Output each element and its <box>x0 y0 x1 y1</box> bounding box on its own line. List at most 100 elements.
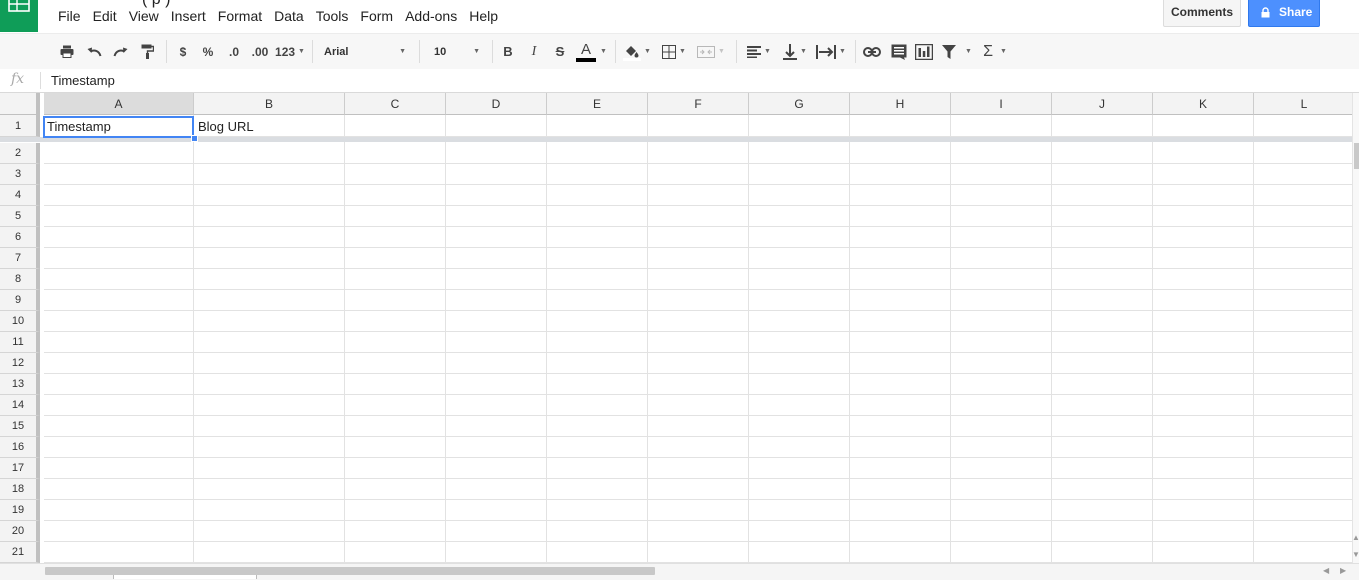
merge-cells-button[interactable]: ▼ <box>694 34 728 69</box>
vertical-align-button[interactable]: ▼ <box>779 34 811 69</box>
scroll-left-arrow-icon[interactable]: ◀ <box>1323 566 1329 575</box>
column-header-g[interactable]: G <box>749 93 850 115</box>
comments-button[interactable]: Comments <box>1163 0 1241 27</box>
functions-button[interactable]: Σ ▼ <box>980 34 1010 69</box>
strikethrough-button[interactable]: S <box>552 34 568 69</box>
print-button[interactable] <box>58 34 76 69</box>
share-button[interactable]: Share <box>1248 0 1320 27</box>
undo-button[interactable] <box>85 34 103 69</box>
fill-color-button[interactable]: ▼ <box>622 34 652 69</box>
column-header-j[interactable]: J <box>1052 93 1153 115</box>
sheet-tab[interactable] <box>113 575 257 579</box>
column-header-k[interactable]: K <box>1153 93 1254 115</box>
menu-tools[interactable]: Tools <box>310 7 355 27</box>
percent-format-button[interactable]: % <box>200 34 216 69</box>
row-header-13[interactable]: 13 <box>0 374 40 395</box>
row-header-5[interactable]: 5 <box>0 206 40 227</box>
chevron-down-icon: ▼ <box>644 48 651 55</box>
insert-chart-button[interactable] <box>914 34 934 69</box>
insert-link-button[interactable] <box>862 34 882 69</box>
column-header-h[interactable]: H <box>850 93 951 115</box>
row-header-4[interactable]: 4 <box>0 185 40 206</box>
row-header-20[interactable]: 20 <box>0 521 40 542</box>
borders-button[interactable]: ▼ <box>659 34 689 69</box>
spreadsheet-grid[interactable]: A B C D E F G H I J K L 1 2 3 4 5 6 7 8 9 10 11 12 13 14 15 16 17 18 1… <box>0 93 1352 563</box>
row-header-9[interactable]: 9 <box>0 290 40 311</box>
row-header-1[interactable]: 1 <box>0 115 40 137</box>
frozen-row-divider[interactable] <box>0 137 1352 142</box>
insert-comment-button[interactable] <box>889 34 909 69</box>
column-header-d[interactable]: D <box>446 93 547 115</box>
row-header-16[interactable]: 16 <box>0 437 40 458</box>
menu-format[interactable]: Format <box>212 7 268 27</box>
row-header-14[interactable]: 14 <box>0 395 40 416</box>
currency-format-button[interactable]: $ <box>176 34 190 69</box>
italic-button[interactable]: I <box>526 34 542 69</box>
row-header-19[interactable]: 19 <box>0 500 40 521</box>
more-formats-dropdown[interactable]: 123 ▼ <box>275 34 305 69</box>
menu-add-ons[interactable]: Add-ons <box>399 7 463 27</box>
menu-help[interactable]: Help <box>463 7 504 27</box>
scroll-up-arrow-icon[interactable]: ▲ <box>1352 533 1359 542</box>
filter-icon <box>942 44 957 59</box>
menu-view[interactable]: View <box>123 7 165 27</box>
sheets-grid-icon <box>8 0 30 12</box>
column-header-e[interactable]: E <box>547 93 648 115</box>
text-color-icon: A <box>575 41 597 63</box>
menu-insert[interactable]: Insert <box>165 7 212 27</box>
chevron-down-icon: ▼ <box>473 48 480 55</box>
column-header-i[interactable]: I <box>951 93 1052 115</box>
row-header-12[interactable]: 12 <box>0 353 40 374</box>
bold-button[interactable]: B <box>500 34 516 69</box>
row-header-6[interactable]: 6 <box>0 227 40 248</box>
redo-button[interactable] <box>111 34 129 69</box>
scroll-down-arrow-icon[interactable]: ▼ <box>1352 550 1359 559</box>
column-header-b[interactable]: B <box>194 93 345 115</box>
row-header-10[interactable]: 10 <box>0 311 40 332</box>
column-header-l[interactable]: L <box>1254 93 1352 115</box>
column-header-a[interactable]: A <box>44 93 194 115</box>
row-header-3[interactable]: 3 <box>0 164 40 185</box>
decrease-decimal-button[interactable]: .0 <box>225 34 243 69</box>
link-icon <box>863 46 881 57</box>
toolbar: $ % .0 .00 123 ▼ Arial ▼ 10 ▼ B I S A ▼ ▼ <box>0 33 1359 70</box>
row-header-2[interactable]: 2 <box>0 143 40 164</box>
row-header-15[interactable]: 15 <box>0 416 40 437</box>
menu-data[interactable]: Data <box>268 7 310 27</box>
sheets-logo[interactable] <box>0 0 38 32</box>
menu-edit[interactable]: Edit <box>87 7 123 27</box>
filter-button[interactable]: ▼ <box>940 34 974 69</box>
chevron-down-icon: ▼ <box>800 48 807 55</box>
row-header-7[interactable]: 7 <box>0 248 40 269</box>
chevron-down-icon: ▼ <box>399 48 406 55</box>
vertical-scroll-thumb[interactable] <box>1354 143 1359 169</box>
share-label: Share <box>1279 5 1313 19</box>
text-color-button[interactable]: A ▼ <box>574 34 608 69</box>
increase-decimal-button[interactable]: .00 <box>249 34 271 69</box>
paint-format-button[interactable] <box>138 34 156 69</box>
text-wrap-button[interactable]: ▼ <box>814 34 848 69</box>
row-header-17[interactable]: 17 <box>0 458 40 479</box>
font-size-dropdown[interactable]: 10 ▼ <box>434 34 482 69</box>
chevron-down-icon: ▼ <box>298 48 305 55</box>
cell-b1[interactable]: Blog URL <box>194 117 254 137</box>
formula-input[interactable]: Timestamp <box>51 73 115 88</box>
decrease-decimal-label: .0 <box>228 44 239 59</box>
text-color-swatch <box>576 57 597 62</box>
fill-handle[interactable] <box>191 135 198 142</box>
column-header-c[interactable]: C <box>345 93 446 115</box>
row-header-18[interactable]: 18 <box>0 479 40 500</box>
font-family-dropdown[interactable]: Arial ▼ <box>324 34 408 69</box>
row-header-8[interactable]: 8 <box>0 269 40 290</box>
chevron-down-icon: ▼ <box>679 48 686 55</box>
horizontal-scroll-thumb[interactable] <box>45 567 655 575</box>
borders-icon <box>662 44 677 59</box>
scroll-right-arrow-icon[interactable]: ▶ <box>1340 566 1346 575</box>
row-header-11[interactable]: 11 <box>0 332 40 353</box>
column-header-f[interactable]: F <box>648 93 749 115</box>
row-header-21[interactable]: 21 <box>0 542 40 563</box>
horizontal-align-button[interactable]: ▼ <box>743 34 775 69</box>
select-all-corner[interactable] <box>0 93 40 115</box>
menu-file[interactable]: File <box>52 7 87 27</box>
menu-form[interactable]: Form <box>354 7 399 27</box>
